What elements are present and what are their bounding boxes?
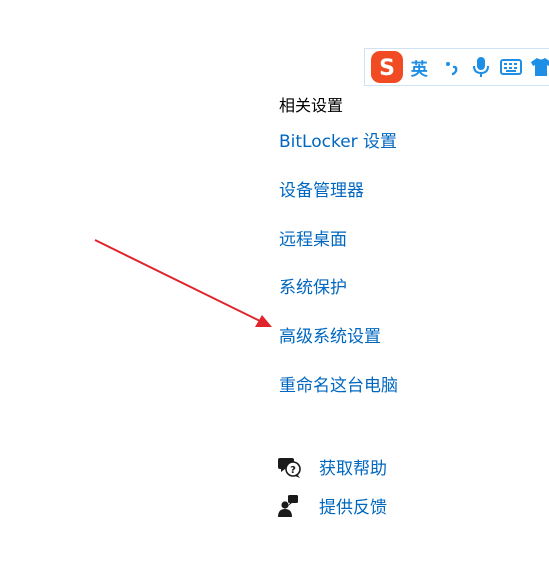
svg-text:S: S (379, 56, 395, 81)
chat-help-icon: ? (277, 455, 301, 479)
feedback-person-icon (277, 494, 301, 518)
ime-toolbar: S 英 (364, 48, 549, 86)
related-settings-title: 相关设置 (279, 96, 344, 115)
microphone-icon[interactable] (468, 52, 494, 82)
get-help-row[interactable]: ? 获取帮助 (277, 454, 387, 479)
rename-this-pc-link[interactable]: 重命名这台电脑 (279, 371, 398, 396)
advanced-system-settings-link[interactable]: 高级系统设置 (279, 322, 381, 347)
give-feedback-link[interactable]: 提供反馈 (319, 493, 387, 518)
ime-language-toggle[interactable]: 英 (411, 55, 435, 80)
system-protection-link[interactable]: 系统保护 (279, 273, 347, 298)
get-help-link[interactable]: 获取帮助 (319, 454, 387, 479)
punctuation-icon[interactable] (439, 52, 465, 82)
device-manager-link[interactable]: 设备管理器 (279, 176, 364, 201)
svg-text:?: ? (290, 465, 296, 476)
skin-shirt-icon[interactable] (528, 52, 549, 82)
bitlocker-settings-link[interactable]: BitLocker 设置 (279, 127, 397, 152)
sogou-logo-icon[interactable]: S (369, 49, 405, 85)
remote-desktop-link[interactable]: 远程桌面 (279, 225, 347, 250)
keyboard-icon[interactable] (498, 52, 524, 82)
give-feedback-row[interactable]: 提供反馈 (277, 493, 387, 518)
